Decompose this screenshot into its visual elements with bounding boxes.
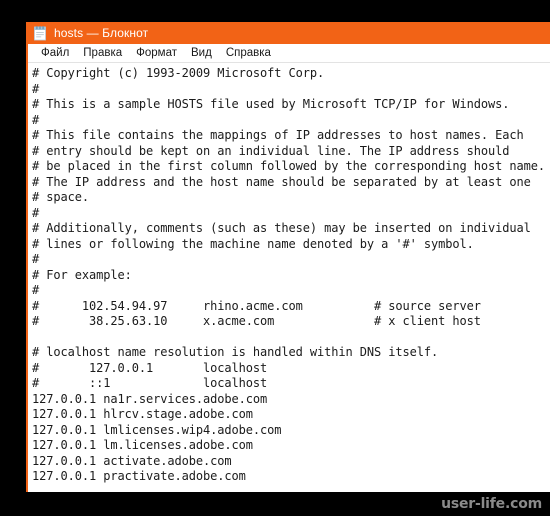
menu-item-edit[interactable]: Правка bbox=[76, 46, 129, 61]
notepad-window: hosts — Блокнот Файл Правка Формат Вид С… bbox=[26, 22, 550, 492]
menu-item-file[interactable]: Файл bbox=[34, 46, 76, 61]
text-editor-area[interactable]: # Copyright (c) 1993-2009 Microsoft Corp… bbox=[28, 63, 550, 492]
hosts-file-text[interactable]: # Copyright (c) 1993-2009 Microsoft Corp… bbox=[32, 66, 550, 485]
menu-bar: Файл Правка Формат Вид Справка bbox=[28, 44, 550, 63]
watermark: user-life.com bbox=[441, 496, 542, 512]
notepad-icon bbox=[33, 25, 47, 41]
window-title: hosts — Блокнот bbox=[54, 26, 149, 40]
menu-item-view[interactable]: Вид bbox=[184, 46, 219, 61]
menu-item-format[interactable]: Формат bbox=[129, 46, 184, 61]
menu-item-help[interactable]: Справка bbox=[219, 46, 278, 61]
title-bar[interactable]: hosts — Блокнот bbox=[28, 22, 550, 44]
